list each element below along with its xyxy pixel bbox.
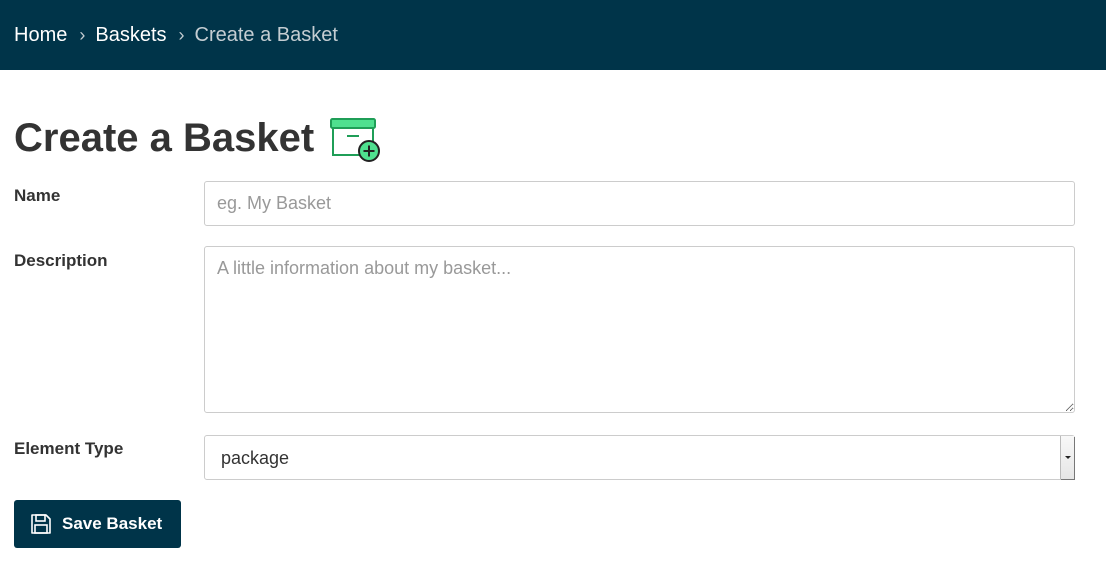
breadcrumb: Home › Baskets › Create a Basket	[14, 25, 338, 45]
breadcrumb-current-page: Create a Basket	[194, 24, 338, 46]
floppy-disk-icon	[31, 514, 51, 534]
dropdown-arrow-icon[interactable]	[1060, 436, 1074, 479]
top-navigation-bar: Home › Baskets › Create a Basket	[0, 0, 1106, 70]
name-input[interactable]	[204, 181, 1075, 226]
breadcrumb-baskets-link[interactable]: Baskets	[95, 25, 166, 45]
save-basket-button[interactable]: Save Basket	[14, 500, 181, 548]
page-header: Create a Basket	[14, 112, 382, 164]
breadcrumb-home-link[interactable]: Home	[14, 25, 67, 45]
breadcrumb-separator: ›	[178, 25, 185, 45]
element-type-selected-value: package	[221, 448, 290, 468]
description-textarea[interactable]	[204, 246, 1075, 413]
description-label: Description	[14, 251, 108, 270]
name-label: Name	[14, 186, 61, 205]
breadcrumb-separator: ›	[79, 25, 86, 45]
element-type-select[interactable]: package	[204, 435, 1075, 480]
archive-add-icon	[330, 118, 381, 162]
element-type-label: Element Type	[14, 439, 124, 458]
page-title: Create a Basket	[14, 116, 315, 160]
save-button-label: Save Basket	[62, 514, 163, 533]
